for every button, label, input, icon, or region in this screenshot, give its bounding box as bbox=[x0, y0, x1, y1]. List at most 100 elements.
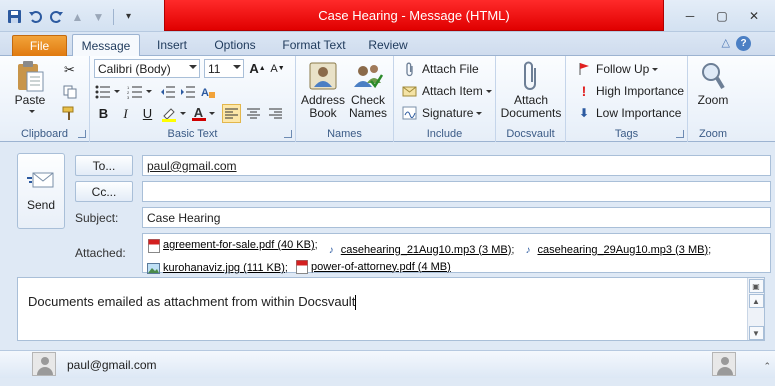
attach-file-button[interactable]: Attach File bbox=[402, 61, 479, 77]
title-bar: ▲ ▼ ▾ Case Hearing - Message (HTML) ─ ▢ … bbox=[0, 0, 775, 32]
font-color-label: A bbox=[193, 104, 204, 120]
message-body-text[interactable]: Documents emailed as attachment from wit… bbox=[28, 294, 357, 311]
to-field[interactable]: paul@gmail.com bbox=[142, 155, 771, 176]
follow-up-button[interactable]: Follow Up bbox=[576, 61, 659, 77]
group-docsvault: Attach Documents Docsvault bbox=[496, 56, 566, 142]
font-size-select[interactable]: 11 bbox=[204, 59, 244, 78]
magnifier-icon bbox=[697, 60, 729, 92]
paste-button[interactable]: Paste bbox=[10, 60, 50, 113]
basic-text-launcher-icon[interactable] bbox=[284, 130, 292, 138]
expand-people-pane-icon[interactable]: ⌃ bbox=[763, 361, 771, 372]
increase-indent-icon[interactable] bbox=[178, 82, 197, 101]
bullets-button[interactable] bbox=[94, 82, 120, 101]
down-icon[interactable]: ▼ bbox=[90, 8, 107, 25]
cut-icon[interactable]: ✂ bbox=[60, 60, 79, 79]
align-right-button[interactable] bbox=[266, 104, 285, 123]
address-book-button[interactable]: Address Book bbox=[300, 60, 346, 120]
group-basic-text: Calibri (Body) 11 A ▲ A ▼ 123 A B I U A … bbox=[90, 56, 296, 142]
check-names-button[interactable]: Check Names bbox=[346, 60, 390, 120]
decrease-indent-icon[interactable] bbox=[158, 82, 177, 101]
up-icon[interactable]: ▲ bbox=[69, 8, 86, 25]
high-importance-label: High Importance bbox=[596, 84, 685, 98]
zoom-button[interactable]: Zoom bbox=[692, 60, 734, 107]
highlight-button[interactable] bbox=[160, 104, 186, 123]
tags-launcher-icon[interactable] bbox=[676, 130, 684, 138]
envelope-clip-icon bbox=[402, 83, 418, 99]
attachment-name[interactable]: power-of-attorney.pdf (4 MB) bbox=[311, 259, 451, 276]
scroll-option-icon[interactable]: ▣ bbox=[748, 279, 764, 293]
group-label-clipboard: Clipboard bbox=[20, 128, 69, 140]
pdf-icon bbox=[147, 238, 160, 253]
undo-icon[interactable] bbox=[27, 8, 44, 25]
align-left-button[interactable] bbox=[222, 104, 241, 123]
attachment-item[interactable]: ♪ casehearing_29Aug10.mp3 (3 MB); bbox=[522, 242, 712, 259]
check-names-label-2: Names bbox=[348, 106, 387, 120]
paste-icon bbox=[14, 60, 46, 92]
low-importance-button[interactable]: ⬇ Low Importance bbox=[576, 105, 681, 121]
font-name-select[interactable]: Calibri (Body) bbox=[94, 59, 200, 78]
numbering-button[interactable]: 123 bbox=[126, 82, 152, 101]
attachment-item[interactable]: ♪ casehearing_21Aug10.mp3 (3 MB); bbox=[325, 242, 515, 259]
check-names-icon bbox=[352, 60, 384, 92]
scroll-track[interactable] bbox=[748, 309, 764, 325]
clear-formatting-icon[interactable]: A bbox=[198, 82, 217, 101]
close-button[interactable]: ✕ bbox=[739, 6, 769, 26]
tab-file[interactable]: File bbox=[12, 35, 67, 56]
attachment-item[interactable]: power-of-attorney.pdf (4 MB) bbox=[295, 259, 451, 276]
attachment-name[interactable]: agreement-for-sale.pdf (40 KB) bbox=[163, 237, 315, 254]
attachment-name[interactable]: casehearing_29Aug10.mp3 (3 MB) bbox=[538, 242, 709, 259]
avatar[interactable] bbox=[32, 352, 56, 376]
grow-font-button[interactable]: A ▲ bbox=[248, 59, 267, 78]
send-button[interactable]: Send bbox=[17, 153, 65, 229]
underline-button[interactable]: U bbox=[138, 104, 157, 123]
subject-field[interactable]: Case Hearing bbox=[142, 207, 771, 228]
cc-field[interactable] bbox=[142, 181, 771, 202]
tab-insert[interactable]: Insert bbox=[146, 34, 198, 56]
clipboard-launcher-icon[interactable] bbox=[78, 130, 86, 138]
attachment-item[interactable]: agreement-for-sale.pdf (40 KB); bbox=[147, 237, 318, 254]
to-recipient[interactable]: paul@gmail.com bbox=[147, 159, 237, 173]
tab-format-text[interactable]: Format Text bbox=[276, 34, 352, 56]
customize-icon[interactable]: ▾ bbox=[120, 8, 137, 25]
tab-message[interactable]: Message bbox=[72, 34, 140, 57]
font-size-value: 11 bbox=[208, 61, 221, 76]
tab-review[interactable]: Review bbox=[360, 34, 416, 56]
attachment-name[interactable]: casehearing_21Aug10.mp3 (3 MB) bbox=[341, 242, 512, 259]
attachment-name[interactable]: kurohanaviz.jpg (111 KB) bbox=[163, 260, 285, 277]
cc-button[interactable]: Cc... bbox=[75, 181, 133, 202]
copy-icon[interactable] bbox=[60, 82, 79, 101]
attachment-item[interactable]: kurohanaviz.jpg (111 KB); bbox=[147, 260, 288, 277]
low-importance-label: Low Importance bbox=[596, 106, 682, 120]
group-clipboard: Paste ✂ Clipboard bbox=[0, 56, 90, 142]
font-color-button[interactable]: A bbox=[190, 104, 216, 123]
message-body[interactable]: Documents emailed as attachment from wit… bbox=[17, 277, 765, 341]
redo-icon[interactable] bbox=[48, 8, 65, 25]
group-tags: Follow Up ! High Importance ⬇ Low Import… bbox=[566, 56, 688, 142]
attach-documents-button[interactable]: Attach Documents bbox=[500, 60, 562, 120]
help-icon[interactable]: ? bbox=[736, 36, 751, 51]
maximize-button[interactable]: ▢ bbox=[707, 6, 737, 26]
body-scrollbar[interactable]: ▣ ▲ ▼ bbox=[747, 278, 764, 340]
avatar[interactable] bbox=[712, 352, 736, 376]
attach-item-label: Attach Item bbox=[422, 84, 483, 98]
send-icon bbox=[27, 171, 55, 192]
scroll-up-icon[interactable]: ▲ bbox=[748, 294, 764, 308]
scroll-down-icon[interactable]: ▼ bbox=[748, 326, 764, 340]
shrink-font-button[interactable]: A ▼ bbox=[268, 59, 287, 78]
follow-up-label: Follow Up bbox=[596, 62, 650, 76]
minimize-button[interactable]: ─ bbox=[675, 6, 705, 26]
paperclip-icon bbox=[402, 61, 418, 77]
format-painter-icon[interactable] bbox=[60, 104, 79, 123]
group-zoom: Zoom Zoom bbox=[688, 56, 738, 142]
collapse-ribbon-icon[interactable]: △ bbox=[722, 36, 730, 51]
bold-button[interactable]: B bbox=[94, 104, 113, 123]
high-importance-button[interactable]: ! High Importance bbox=[576, 83, 684, 99]
italic-button[interactable]: I bbox=[116, 104, 135, 123]
align-center-button[interactable] bbox=[244, 104, 263, 123]
tab-options[interactable]: Options bbox=[206, 34, 264, 56]
attachment-sep: ; bbox=[708, 243, 712, 256]
to-button[interactable]: To... bbox=[75, 155, 133, 176]
save-icon[interactable] bbox=[6, 8, 23, 25]
signature-button[interactable]: Signature bbox=[402, 105, 483, 121]
attach-item-button[interactable]: Attach Item bbox=[402, 83, 492, 99]
